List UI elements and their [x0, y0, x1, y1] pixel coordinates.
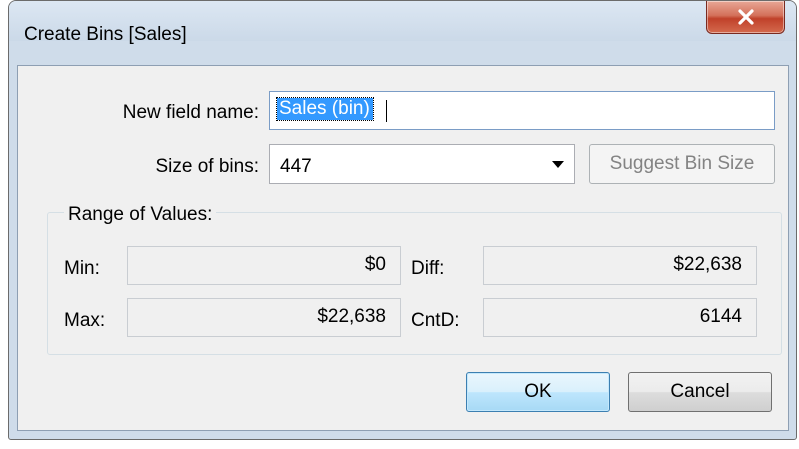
size-of-bins-label: Size of bins: — [155, 156, 260, 177]
close-button[interactable] — [706, 1, 785, 34]
range-of-values-heading: Range of Values: — [64, 204, 217, 226]
new-field-name-label: New field name: — [122, 102, 259, 123]
max-label: Max: — [64, 310, 106, 331]
dialog-title: Create Bins [Sales] — [24, 24, 187, 45]
suggest-bin-size-button[interactable]: Suggest Bin Size — [589, 144, 775, 184]
ok-button-label: OK — [524, 381, 552, 402]
diff-value-field: $22,638 — [483, 246, 757, 285]
new-field-name-input[interactable]: Sales (bin) — [269, 91, 775, 130]
size-of-bins-dropdown[interactable]: 447 — [269, 144, 575, 184]
close-icon — [738, 9, 754, 25]
min-label: Min: — [64, 258, 100, 279]
chevron-down-icon — [552, 161, 564, 168]
text-caret — [386, 100, 387, 122]
create-bins-dialog: Create Bins [Sales] New field name: Sale… — [8, 0, 797, 440]
new-field-name-value: Sales (bin) — [276, 97, 374, 121]
cancel-button[interactable]: Cancel — [628, 372, 772, 412]
size-of-bins-value: 447 — [280, 156, 312, 177]
min-value-field: $0 — [127, 246, 401, 285]
cntd-label: CntD: — [411, 310, 460, 331]
suggest-bin-size-label: Suggest Bin Size — [609, 153, 755, 174]
cancel-button-label: Cancel — [670, 381, 730, 402]
cntd-value-field: 6144 — [483, 298, 757, 337]
ok-button[interactable]: OK — [466, 372, 610, 412]
diff-label: Diff: — [411, 258, 445, 279]
max-value-field: $22,638 — [127, 298, 401, 337]
title-bar: Create Bins [Sales] — [9, 1, 796, 45]
